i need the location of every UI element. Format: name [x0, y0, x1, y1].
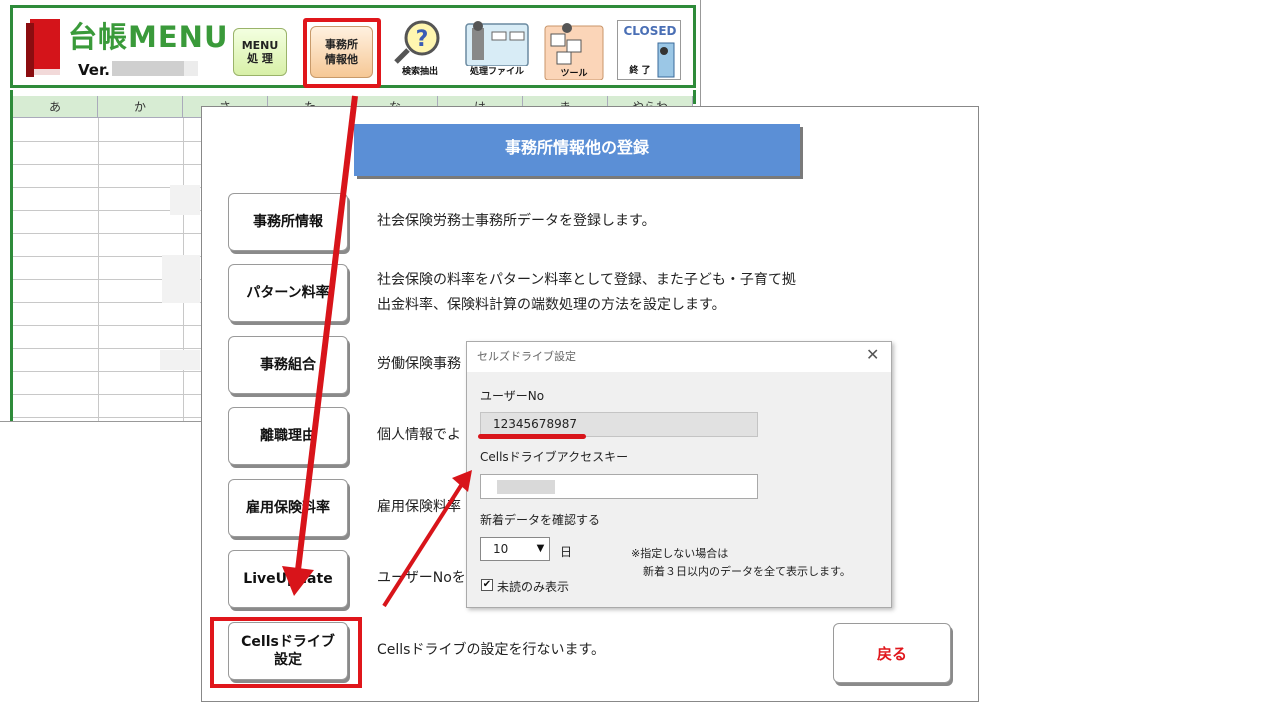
arrow-office-to-cells	[282, 95, 358, 596]
annotation-arrows	[282, 95, 472, 608]
arrow-cells-to-dialog	[382, 470, 472, 608]
